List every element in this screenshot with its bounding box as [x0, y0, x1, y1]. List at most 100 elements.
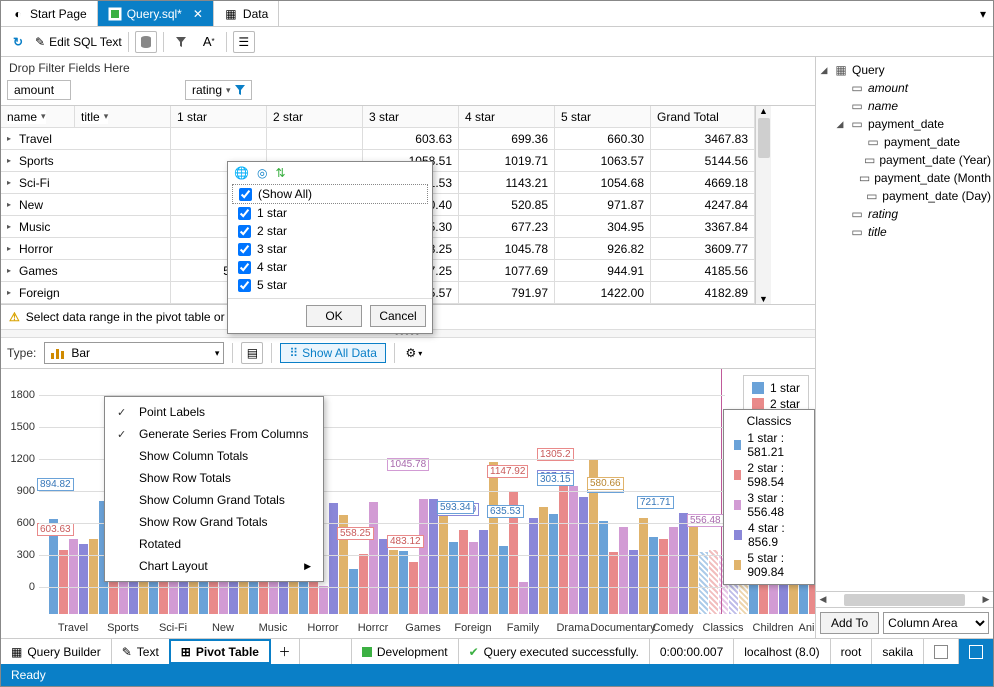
- globe-add-icon[interactable]: 🌐: [234, 166, 249, 180]
- tree-hscroll[interactable]: ◀▶: [816, 591, 993, 607]
- pivot-cell[interactable]: 1045.78: [459, 238, 555, 260]
- tabs-menu-button[interactable]: ▾: [973, 1, 993, 26]
- pivot-cell[interactable]: 1019.71: [459, 150, 555, 172]
- filter-option[interactable]: 4 star: [232, 258, 428, 276]
- bar-group[interactable]: [395, 499, 451, 614]
- vertical-scrollbar[interactable]: ▲ ▼: [755, 106, 771, 304]
- pivot-cell[interactable]: 304.95: [555, 216, 651, 238]
- filter-option[interactable]: (Show All): [232, 184, 428, 204]
- ctx-item[interactable]: Show Column Grand Totals: [105, 489, 323, 511]
- pivot-cell[interactable]: [171, 128, 267, 150]
- col-header[interactable]: 2 star: [267, 106, 363, 128]
- ctx-item[interactable]: ✓Generate Series From Columns: [105, 423, 323, 445]
- pivot-row-label[interactable]: ▸Music: [1, 216, 171, 238]
- filter-checkbox[interactable]: [238, 279, 251, 292]
- refresh-button[interactable]: ↻: [7, 31, 29, 53]
- pivot-cell[interactable]: 677.23: [459, 216, 555, 238]
- pivot-cell[interactable]: 1143.21: [459, 172, 555, 194]
- field-tree[interactable]: ◢▦Query ▭amount ▭name ◢▭payment_date ▭pa…: [816, 57, 993, 591]
- chart-type-select[interactable]: Bar ▾: [44, 342, 224, 364]
- data-field-amount[interactable]: amount: [7, 80, 71, 100]
- pivot-cell[interactable]: 660.30: [555, 128, 651, 150]
- row-field-title[interactable]: title▾: [81, 110, 108, 124]
- pivot-cell[interactable]: 3467.83: [651, 128, 755, 150]
- filter-option[interactable]: 2 star: [232, 222, 428, 240]
- col-field-rating[interactable]: rating▾: [185, 80, 252, 100]
- ctx-item[interactable]: Show Column Totals: [105, 445, 323, 467]
- target-icon[interactable]: ◎: [257, 166, 267, 180]
- sort-icon[interactable]: ⇅: [275, 166, 285, 180]
- pivot-row-label[interactable]: ▸Travel: [1, 128, 171, 150]
- ctx-item[interactable]: Show Row Totals: [105, 467, 323, 489]
- ctx-item[interactable]: Rotated: [105, 533, 323, 555]
- bar-group[interactable]: [345, 502, 401, 614]
- filter-option[interactable]: 1 star: [232, 204, 428, 222]
- grand-total-header[interactable]: Grand Total: [651, 106, 755, 128]
- pivot-cell[interactable]: 971.87: [555, 194, 651, 216]
- close-icon[interactable]: ✕: [193, 7, 203, 21]
- pivot-cell[interactable]: 1422.00: [555, 282, 651, 304]
- pivot-cell[interactable]: 3609.77: [651, 238, 755, 260]
- pivot-cell[interactable]: 944.91: [555, 260, 651, 282]
- pivot-cell[interactable]: 1077.69: [459, 260, 555, 282]
- col-header[interactable]: 1 star: [171, 106, 267, 128]
- filter-cancel-button[interactable]: Cancel: [370, 305, 426, 327]
- tab-data[interactable]: ▦ Data: [214, 1, 279, 26]
- pivot-cell[interactable]: 926.82: [555, 238, 651, 260]
- pivot-row-label[interactable]: ▸Games: [1, 260, 171, 282]
- ctx-item[interactable]: ✓Point Labels: [105, 401, 323, 423]
- col-header[interactable]: 4 star: [459, 106, 555, 128]
- filter-checkbox[interactable]: [238, 243, 251, 256]
- filter-checkbox[interactable]: [238, 261, 251, 274]
- bar-group[interactable]: [645, 513, 701, 614]
- show-all-data-button[interactable]: ⠿ Show All Data: [280, 343, 386, 363]
- filter-checkbox[interactable]: [238, 225, 251, 238]
- tab-query-sql[interactable]: Query.sql* ✕: [98, 1, 214, 26]
- pivot-cell[interactable]: 4247.84: [651, 194, 755, 216]
- btab-text[interactable]: ✎Text: [112, 639, 170, 664]
- pivot-cell[interactable]: 4182.89: [651, 282, 755, 304]
- add-to-button[interactable]: Add To: [820, 612, 879, 634]
- filter-button[interactable]: [170, 31, 192, 53]
- area-select[interactable]: Column Area: [883, 612, 989, 634]
- pivot-cell[interactable]: [267, 128, 363, 150]
- ctx-item[interactable]: Chart Layout▶: [105, 555, 323, 577]
- pivot-cell[interactable]: 5144.56: [651, 150, 755, 172]
- pivot-row-label[interactable]: ▸Sci-Fi: [1, 172, 171, 194]
- pivot-row-label[interactable]: ▸Foreign: [1, 282, 171, 304]
- layout-button-2[interactable]: [958, 639, 993, 664]
- series-editor-button[interactable]: ▤: [241, 342, 263, 364]
- bar-group[interactable]: [595, 518, 651, 614]
- edit-sql-button[interactable]: ✎ Edit SQL Text: [35, 35, 122, 49]
- filter-ok-button[interactable]: OK: [306, 305, 362, 327]
- pivot-cell[interactable]: 1054.68: [555, 172, 651, 194]
- layout-button-1[interactable]: [923, 639, 958, 664]
- add-view-button[interactable]: ＋: [270, 639, 300, 664]
- row-field-name[interactable]: name▾: [7, 110, 46, 124]
- pivot-cell[interactable]: 4669.18: [651, 172, 755, 194]
- pivot-cell[interactable]: 3367.84: [651, 216, 755, 238]
- filter-checkbox[interactable]: [239, 188, 252, 201]
- tab-start-page[interactable]: ◐ Start Page: [1, 1, 98, 26]
- filter-option[interactable]: 3 star: [232, 240, 428, 258]
- filter-option[interactable]: 5 star: [232, 276, 428, 294]
- btab-query-builder[interactable]: ▦Query Builder: [1, 639, 112, 664]
- pivot-cell[interactable]: 699.36: [459, 128, 555, 150]
- ctx-item[interactable]: Show Row Grand Totals: [105, 511, 323, 533]
- col-header[interactable]: 3 star: [363, 106, 459, 128]
- pivot-row-label[interactable]: ▸Horror: [1, 238, 171, 260]
- chart-options-button[interactable]: ⚙▾: [403, 342, 425, 364]
- db-button[interactable]: [135, 31, 157, 53]
- filter-checkbox[interactable]: [238, 207, 251, 220]
- pivot-cell[interactable]: 4185.56: [651, 260, 755, 282]
- btab-pivot-table[interactable]: ⊞Pivot Table: [169, 639, 271, 664]
- col-header[interactable]: 5 star: [555, 106, 651, 128]
- pivot-cell[interactable]: 791.97: [459, 282, 555, 304]
- bar-group[interactable]: [445, 462, 501, 614]
- pivot-cell[interactable]: 520.85: [459, 194, 555, 216]
- filter-drop-zone[interactable]: Drop Filter Fields Here: [1, 57, 815, 79]
- list-button[interactable]: ☰: [233, 31, 255, 53]
- format-button[interactable]: A*: [198, 31, 220, 53]
- pivot-cell[interactable]: 603.63: [363, 128, 459, 150]
- pivot-row-label[interactable]: ▸Sports: [1, 150, 171, 172]
